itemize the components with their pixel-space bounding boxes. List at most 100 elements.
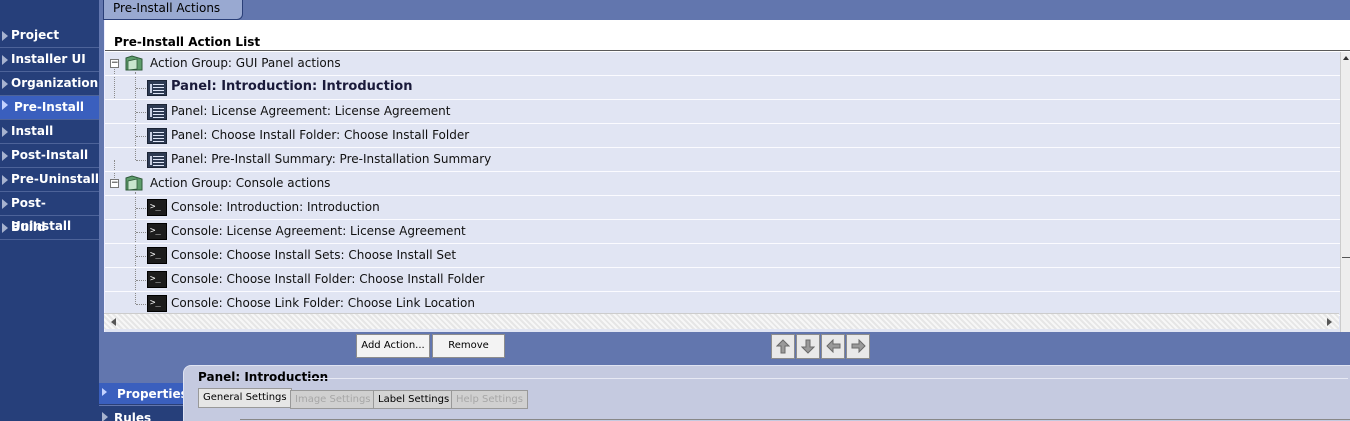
move-up-button[interactable] <box>771 334 795 359</box>
tree-connector <box>136 160 146 161</box>
folder-icon <box>125 175 143 191</box>
arrow-down-icon <box>801 339 815 354</box>
chevron-down-icon <box>102 388 107 396</box>
chevron-right-icon <box>2 223 8 233</box>
chevron-right-icon <box>2 55 8 65</box>
add-action-button[interactable]: Add Action... <box>356 334 430 358</box>
tree-connector <box>136 136 146 137</box>
tree-row-console[interactable]: >_ Console: Choose Install Folder: Choos… <box>105 268 1340 292</box>
collapse-icon[interactable]: − <box>110 59 119 68</box>
console-icon: >_ <box>147 247 167 264</box>
tree-row-label: Panel: Pre-Install Summary: Pre-Installa… <box>171 152 492 166</box>
sidebar-item-label: Organization <box>11 76 99 90</box>
sidebar-item-label: Pre-Install <box>14 100 85 114</box>
tab-general-settings[interactable]: General Settings <box>198 388 292 408</box>
sidebar-item-installer-ui[interactable]: Installer UI <box>0 48 99 72</box>
properties-title: Panel: Introduction <box>198 370 329 384</box>
tree-row-console[interactable]: >_ Console: Introduction: Introduction <box>105 196 1340 220</box>
tree-row-label: Console: Choose Install Sets: Choose Ins… <box>171 248 457 262</box>
action-tree: − Action Group: GUI Panel actions Panel:… <box>105 52 1340 332</box>
tree-row-panel[interactable]: Panel: Introduction: Introduction <box>105 76 1340 100</box>
tree-row-label: Action Group: Console actions <box>150 176 331 190</box>
sidebar-item-label: Post-Install <box>11 148 89 162</box>
panel-icon <box>147 104 167 120</box>
chevron-right-icon <box>102 412 108 421</box>
arrow-left-icon <box>826 339 841 353</box>
tree-row-console[interactable]: >_ Console: License Agreement: License A… <box>105 220 1340 244</box>
sidebar-item-project[interactable]: Project <box>0 24 99 48</box>
tab-image-settings: Image Settings <box>290 390 376 409</box>
chevron-right-icon <box>2 31 8 41</box>
tree-row-label: Action Group: GUI Panel actions <box>150 56 341 70</box>
move-left-button[interactable] <box>821 334 845 359</box>
chevron-right-icon <box>2 151 8 161</box>
properties-panel: Panel: Introduction General Settings Ima… <box>183 365 1350 421</box>
folder-icon <box>125 55 143 71</box>
remove-button[interactable]: Remove <box>432 334 505 358</box>
scroll-left-icon[interactable] <box>111 318 116 326</box>
chevron-down-icon <box>2 100 8 110</box>
sidebar-item-build[interactable]: Build <box>0 216 99 240</box>
tab-label-settings[interactable]: Label Settings <box>373 390 455 409</box>
tree-connector <box>136 304 146 305</box>
scroll-right-icon[interactable] <box>1327 318 1332 326</box>
collapse-icon[interactable]: − <box>110 179 119 188</box>
chevron-right-icon <box>2 127 8 137</box>
tree-row-panel[interactable]: Panel: Pre-Install Summary: Pre-Installa… <box>105 148 1340 172</box>
move-down-button[interactable] <box>796 334 820 359</box>
console-icon: >_ <box>147 223 167 240</box>
tree-row-label: Console: License Agreement: License Agre… <box>171 224 466 238</box>
divider <box>308 378 1348 379</box>
console-icon: >_ <box>147 295 167 312</box>
tab-label: Rules <box>114 411 152 421</box>
sidebar-item-install[interactable]: Install <box>0 120 99 144</box>
sidebar-item-pre-install[interactable]: Pre-Install <box>0 96 99 120</box>
tree-row-label: Console: Introduction: Introduction <box>171 200 380 214</box>
scroll-thumb[interactable] <box>1342 257 1350 267</box>
tree-connector <box>136 88 146 89</box>
arrow-right-icon <box>851 339 866 353</box>
sidebar-item-label: Install <box>11 124 54 138</box>
chevron-right-icon <box>2 79 8 89</box>
sidebar-item-label: Build <box>11 220 46 234</box>
app-window: Project Installer UI Organization Pre-In… <box>0 0 1350 421</box>
sidebar-item-post-uninstall[interactable]: Post-Uninstall <box>0 192 99 233</box>
sidebar-item-pre-uninstall[interactable]: Pre-Uninstall <box>0 168 99 192</box>
tree-connector <box>136 232 146 233</box>
sidebar-item-organization[interactable]: Organization <box>0 72 99 96</box>
sidebar-item-label: Project <box>11 28 60 42</box>
tab-pre-install-actions[interactable]: Pre-Install Actions <box>103 0 243 20</box>
vertical-scrollbar[interactable] <box>1340 52 1350 332</box>
tree-row-group[interactable]: − Action Group: Console actions <box>105 172 1340 196</box>
tab-rules[interactable]: Rules <box>99 406 183 421</box>
console-icon: >_ <box>147 271 167 288</box>
tab-help-settings: Help Settings <box>451 390 528 409</box>
tree-row-label: Panel: Introduction: Introduction <box>171 79 413 94</box>
sidebar-nav: Project Installer UI Organization Pre-In… <box>0 0 99 421</box>
sidebar-item-label: Installer UI <box>11 52 86 66</box>
tree-row-panel[interactable]: Panel: Choose Install Folder: Choose Ins… <box>105 124 1340 148</box>
tree-row-console[interactable]: >_ Console: Choose Install Sets: Choose … <box>105 244 1340 268</box>
tree-connector <box>136 256 146 257</box>
panel-icon <box>147 128 167 144</box>
tab-label: Properties <box>117 387 188 401</box>
tree-connector <box>136 208 146 209</box>
sidebar-item-post-install[interactable]: Post-Install <box>0 144 99 168</box>
panel-icon <box>147 80 167 96</box>
chevron-right-icon <box>2 199 8 209</box>
tree-row-group[interactable]: − Action Group: GUI Panel actions <box>105 52 1340 76</box>
tree-connector <box>136 280 146 281</box>
horizontal-scrollbar[interactable] <box>104 313 1339 329</box>
arrow-up-icon <box>776 339 790 354</box>
tree-connector <box>136 112 146 113</box>
panel-icon <box>147 152 167 168</box>
tab-properties[interactable]: Properties <box>99 383 188 405</box>
scroll-up-icon[interactable] <box>1343 56 1349 60</box>
chevron-right-icon <box>2 175 8 185</box>
move-right-button[interactable] <box>846 334 870 359</box>
console-icon: >_ <box>147 199 167 216</box>
tree-row-panel[interactable]: Panel: License Agreement: License Agreem… <box>105 100 1340 124</box>
tree-row-label: Console: Choose Install Folder: Choose I… <box>171 272 485 286</box>
sidebar-item-label: Pre-Uninstall <box>11 172 99 186</box>
action-list-panel: Pre-Install Action List − Action Group: … <box>104 20 1350 332</box>
